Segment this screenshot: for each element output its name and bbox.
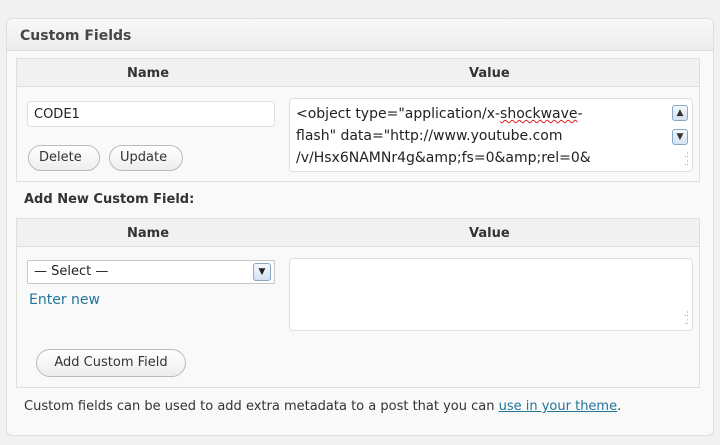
value-column-header: Value bbox=[469, 226, 510, 241]
custom-fields-box: Custom Fields Name Value CODE1 Delete Up… bbox=[6, 18, 714, 436]
update-button[interactable]: Update bbox=[109, 145, 183, 171]
add-custom-field-button[interactable]: Add Custom Field bbox=[36, 349, 186, 377]
scroll-up-icon[interactable]: ▲ bbox=[672, 105, 688, 121]
field-value-textarea[interactable]: <object type="application/x-shockwave- f… bbox=[289, 98, 693, 172]
select-value: — Select — bbox=[34, 264, 109, 279]
table-header: Name Value bbox=[17, 59, 699, 87]
scroll-down-icon[interactable]: ▼ bbox=[672, 129, 688, 145]
table-header: Name Value bbox=[17, 219, 699, 247]
delete-button[interactable]: Delete bbox=[28, 145, 100, 171]
field-value-line-3: /v/Hsx6NAMNr4g&amp;fs=0&amp;rel=0& bbox=[296, 150, 591, 166]
resize-grip-icon[interactable]: .:.: bbox=[684, 151, 689, 168]
meta-key-select[interactable]: — Select — ▼ bbox=[27, 260, 275, 284]
footer-end: . bbox=[617, 399, 622, 414]
name-column-header: Name bbox=[127, 226, 170, 241]
field-value-line-2: flash" data="http://www.youtube.com bbox=[296, 128, 563, 144]
use-in-theme-link[interactable]: use in your theme bbox=[499, 399, 618, 414]
value-column-header: Value bbox=[469, 66, 510, 81]
new-field-table: Name Value — Select — ▼ Enter new .:.: A… bbox=[16, 218, 700, 388]
footer-text: Custom fields can be used to add extra m… bbox=[24, 399, 499, 414]
resize-grip-icon[interactable]: .:.: bbox=[684, 310, 689, 327]
enter-new-link[interactable]: Enter new bbox=[29, 292, 100, 308]
postbox-title: Custom Fields bbox=[20, 28, 132, 44]
name-column-header: Name bbox=[127, 66, 170, 81]
footer-note: Custom fields can be used to add extra m… bbox=[24, 399, 621, 414]
field-name-input[interactable]: CODE1 bbox=[27, 101, 275, 127]
new-value-textarea[interactable]: .:.: bbox=[289, 258, 693, 331]
add-new-section-label: Add New Custom Field: bbox=[24, 192, 195, 207]
existing-fields-table: Name Value CODE1 Delete Update <object t… bbox=[16, 58, 700, 182]
field-value-line-1: <object type="application/x-shockwave- bbox=[296, 106, 583, 122]
chevron-down-icon[interactable]: ▼ bbox=[253, 263, 271, 281]
